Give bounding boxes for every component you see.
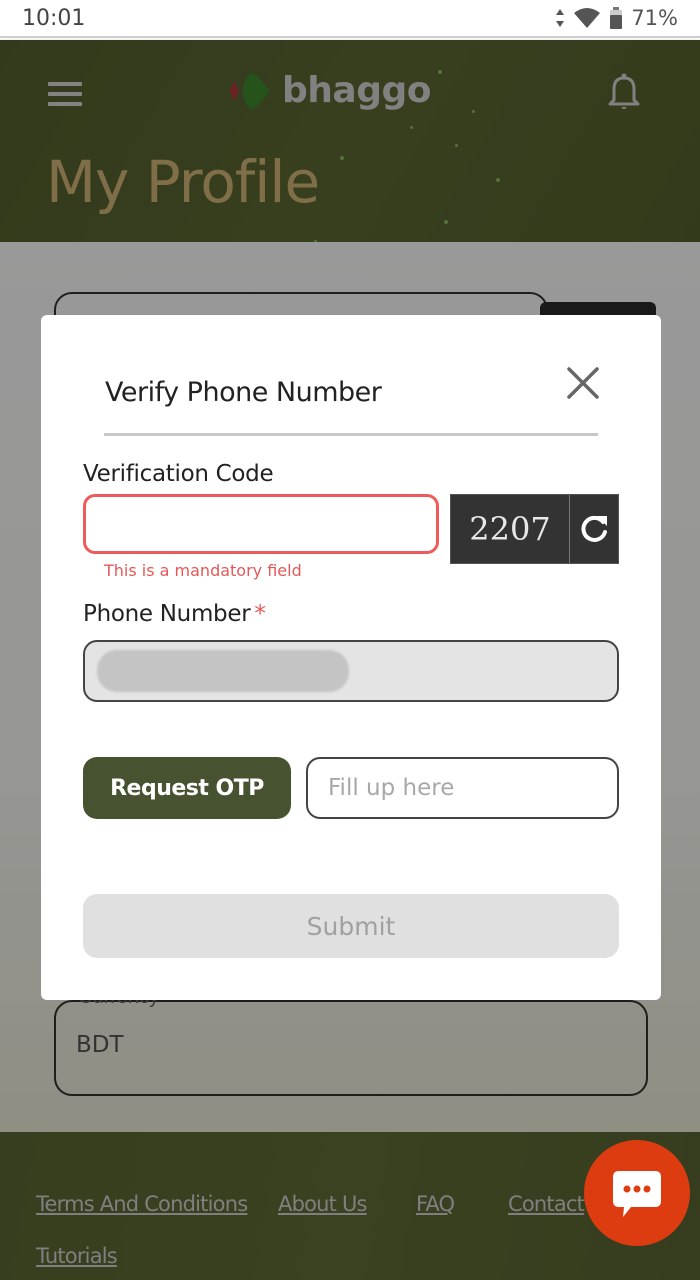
refresh-icon[interactable] (570, 495, 618, 563)
phone-number-redacted (97, 650, 349, 692)
chat-bubble-icon (613, 1171, 661, 1217)
captcha-code: 2207 (451, 495, 570, 563)
battery-percentage: 71% (631, 6, 678, 30)
chat-button[interactable] (584, 1140, 690, 1246)
captcha-box: 2207 (450, 494, 619, 564)
data-arrows-icon (556, 9, 565, 27)
verification-code-label: Verification Code (83, 461, 274, 487)
phone-number-label-text: Phone Number (83, 601, 251, 627)
wifi-icon (574, 8, 601, 28)
phone-number-label: Phone Number * (83, 601, 266, 627)
modal-divider (104, 433, 598, 436)
submit-button[interactable]: Submit (83, 894, 619, 958)
verify-phone-modal: Verify Phone Number Verification Code Th… (41, 315, 661, 1000)
status-icons: 71% (555, 6, 678, 30)
phone-number-input[interactable] (83, 640, 619, 702)
required-asterisk: * (254, 601, 266, 627)
close-icon[interactable] (561, 361, 605, 405)
modal-title: Verify Phone Number (105, 377, 382, 408)
battery-icon (610, 7, 623, 29)
status-time: 10:01 (22, 5, 86, 31)
verification-code-input[interactable] (83, 494, 439, 554)
status-bar: 10:01 71% (0, 0, 700, 38)
verification-code-error: This is a mandatory field (104, 561, 302, 580)
request-otp-button[interactable]: Request OTP (83, 757, 291, 819)
otp-input[interactable] (306, 757, 619, 819)
